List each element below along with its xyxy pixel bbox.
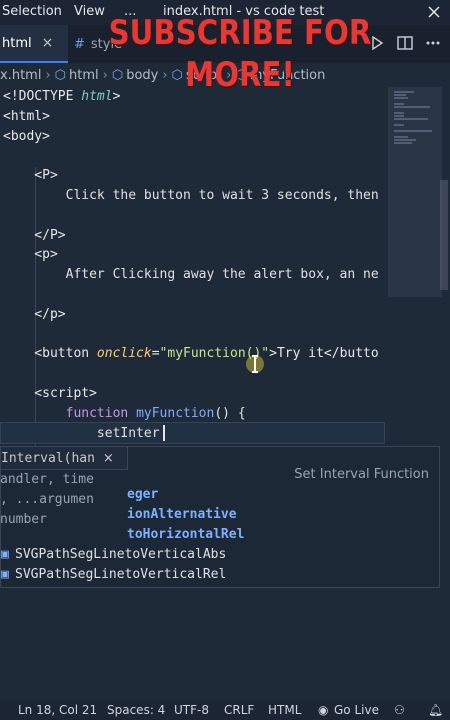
code-token: setInter [3,425,160,441]
suggestion-item[interactable]: ▣ SVGPathSegLinetoVerticalAbs [1,545,226,565]
code-line: Click the button to wait 3 seconds, then [3,186,379,206]
breadcrumb-file[interactable]: x.html [0,68,41,83]
code-line: setInter [3,424,160,444]
code-token: <body> [3,128,50,144]
code-token: After Clicking away the alert box, an ne [3,267,379,283]
language-mode[interactable]: HTML [268,703,301,717]
code-token: function [3,405,137,421]
tab-index-html[interactable]: html × [0,25,68,63]
code-token: <html> [3,108,50,124]
code-line: <script> [3,384,97,404]
minimap-line [394,91,414,93]
code-token: DOCTYPE [18,89,82,104]
field-icon: ▣ [1,567,9,582]
minimap-line [394,103,404,105]
suggestion-item[interactable]: toHorizontalRel [127,525,244,545]
signature-docs: andler, time , ...argumen number [0,470,128,530]
promo-overlay: SUBSCRIBE FOR MORE! [102,12,377,96]
chevron-right-icon: › [45,67,51,83]
encoding[interactable]: UTF-8 [174,703,209,717]
suggestion-text: SVGPathSegLinetoVerticalAbs [15,547,227,562]
signature-doc-line: number [0,512,47,527]
close-icon[interactable]: × [103,451,114,466]
text-cursor [163,425,165,441]
promo-line: MORE! [185,55,295,95]
minimap-line [394,94,406,96]
code-token: = [151,346,160,362]
text-cursor-icon [246,355,264,373]
minimap-line [394,130,432,132]
suggestion-item[interactable]: ionAlternative [127,505,237,525]
minimap-line [394,118,428,120]
code-line: function myFunction() { [3,404,246,424]
more-actions-icon[interactable] [424,34,442,52]
code-token: >Try it</butto [269,346,379,362]
close-tab-icon[interactable]: × [42,35,54,51]
minimap-line [394,136,408,138]
code-line: <P> [3,166,58,186]
menu-selection[interactable]: Selection [2,4,62,19]
suggestion-item[interactable]: eger [127,485,158,505]
code-token: <P> [3,168,58,184]
code-line: <body> [3,127,50,147]
code-token: myFunction [136,405,215,421]
code-token: Click the button to wait 3 seconds, then [3,188,379,203]
split-editor-icon[interactable] [396,34,414,52]
code-editor[interactable]: <!DOCTYPE html> <html> <body> <P> Click th… [0,87,388,700]
account-icon[interactable]: ⚇ [394,703,405,717]
minimap-line [394,112,404,114]
notifications-icon[interactable]: 🔔︎ [428,703,443,717]
minimap-line [394,106,430,108]
cursor-position[interactable]: Ln 18, Col 21 [18,703,97,717]
code-line: <button onclick="myFunction()">Try it</b… [3,344,379,364]
code-line: After Clicking away the alert box, an ne [3,265,379,285]
code-line: </P> [3,226,66,246]
menu-view[interactable]: View [74,4,105,19]
vertical-scrollbar[interactable] [440,180,448,290]
signature-text: Interval(han [1,450,95,466]
promo-line: SUBSCRIBE FOR [108,13,372,53]
parameter-hint: Interval(han × [0,446,128,470]
code-token: </p> [3,306,66,322]
code-line: </p> [3,305,66,325]
code-token: <script> [3,386,97,401]
code-line: <html> [3,107,50,127]
signature-doc-line: , ...argumen [0,492,94,507]
suggestion-match: ionAlternative [127,507,237,522]
signature-doc-line: andler, time [0,472,94,487]
suggestion-match: eger [127,487,159,502]
breadcrumb-html[interactable]: html [69,68,99,83]
broadcast-icon: ◉ [318,703,329,717]
suggestion-detail: Set Interval Function [294,467,429,482]
status-bar: Ln 18, Col 21 Spaces: 4 UTF-8 CRLF HTML … [0,700,450,720]
code-token: <button [3,346,97,362]
suggestion-match: toHorizontalRel [127,527,245,542]
code-token: </P> [3,227,66,243]
tab-label: html [2,35,32,51]
css-file-icon: # [74,36,85,52]
minimap-line [394,97,408,99]
code-token: () { [214,405,246,421]
code-token: <! [3,89,19,104]
suggestion-text: SVGPathSegLinetoVerticalRel [15,567,227,582]
minimap-line [394,124,404,126]
minimap-line [394,142,412,144]
minimap-line [394,139,416,141]
field-icon: ▣ [1,547,9,562]
suggestion-item[interactable]: ▣ SVGPathSegLinetoVerticalRel [1,565,226,585]
go-live-button[interactable]: Go Live [334,703,379,717]
indentation[interactable]: Spaces: 4 [107,703,165,717]
code-token: <p> [3,247,58,263]
code-token: onclick [96,346,152,362]
element-icon: ⬡ [54,67,66,83]
line-ending[interactable]: CRLF [224,703,254,717]
code-line: <p> [3,245,58,265]
minimap-line [394,115,404,117]
close-window-icon[interactable] [424,2,444,22]
